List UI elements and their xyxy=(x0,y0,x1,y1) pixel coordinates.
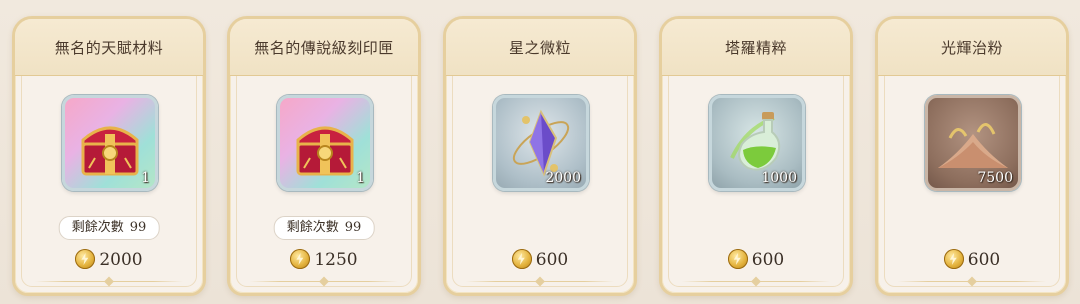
shop-panel: 無名的天賦材料 1 剩餘次數 99 2000 無名的傳說級刻印匣 1 剩餘次數 … xyxy=(0,0,1080,304)
item-name: 無名的天賦材料 xyxy=(54,39,164,57)
item-name: 星之微粒 xyxy=(508,39,571,57)
item-price: 600 xyxy=(967,250,1001,270)
gold-coin-icon xyxy=(727,249,748,269)
item-quantity: 1000 xyxy=(761,170,797,186)
shop-item-card[interactable]: 星之微粒 2000 600 xyxy=(443,16,637,296)
item-icon-frame[interactable]: 1000 xyxy=(709,95,805,191)
remaining-label: 剩餘次數 xyxy=(71,220,124,235)
item-quantity: 2000 xyxy=(545,170,581,186)
item-name: 光輝治粉 xyxy=(940,39,1003,57)
shop-item-card[interactable]: 光輝治粉 7500 600 xyxy=(875,16,1069,296)
item-quantity: 1 xyxy=(141,170,150,186)
item-quantity: 1 xyxy=(356,170,365,186)
shop-item-card[interactable]: 塔羅精粹 1000 600 xyxy=(659,16,853,296)
item-icon-frame[interactable]: 2000 xyxy=(493,95,589,191)
remaining-count: 99 xyxy=(129,220,147,235)
price-row: 600 xyxy=(446,249,634,270)
remaining-count-badge: 剩餘次數 99 xyxy=(58,216,160,240)
item-icon-frame[interactable]: 1 xyxy=(277,95,373,191)
item-price: 2000 xyxy=(99,250,143,270)
item-icon-frame[interactable]: 7500 xyxy=(925,95,1021,191)
item-price: 1250 xyxy=(314,250,358,270)
price-row: 600 xyxy=(878,249,1066,270)
remaining-label: 剩餘次數 xyxy=(286,220,339,235)
price-row: 2000 xyxy=(15,249,203,270)
divider-ornament xyxy=(751,276,761,287)
item-name: 塔羅精粹 xyxy=(724,39,787,57)
item-price: 600 xyxy=(751,250,785,270)
remaining-count-badge: 剩餘次數 99 xyxy=(273,216,375,240)
item-quantity: 7500 xyxy=(977,170,1013,186)
shop-item-card[interactable]: 無名的傳說級刻印匣 1 剩餘次數 99 1250 xyxy=(227,16,421,296)
item-icon-frame[interactable]: 1 xyxy=(62,95,158,191)
divider-ornament xyxy=(319,276,329,287)
remaining-count: 99 xyxy=(344,220,362,235)
item-price: 600 xyxy=(535,250,569,270)
divider-ornament xyxy=(104,276,114,287)
gold-coin-icon xyxy=(511,249,532,269)
shop-item-card[interactable]: 無名的天賦材料 1 剩餘次數 99 2000 xyxy=(12,16,206,296)
gold-coin-icon xyxy=(943,249,964,269)
gold-coin-icon xyxy=(290,249,311,269)
divider-ornament xyxy=(967,276,977,287)
gold-coin-icon xyxy=(75,249,96,269)
price-row: 1250 xyxy=(230,249,418,270)
item-name: 無名的傳說級刻印匣 xyxy=(254,39,394,57)
divider-ornament xyxy=(535,276,545,287)
price-row: 600 xyxy=(662,249,850,270)
